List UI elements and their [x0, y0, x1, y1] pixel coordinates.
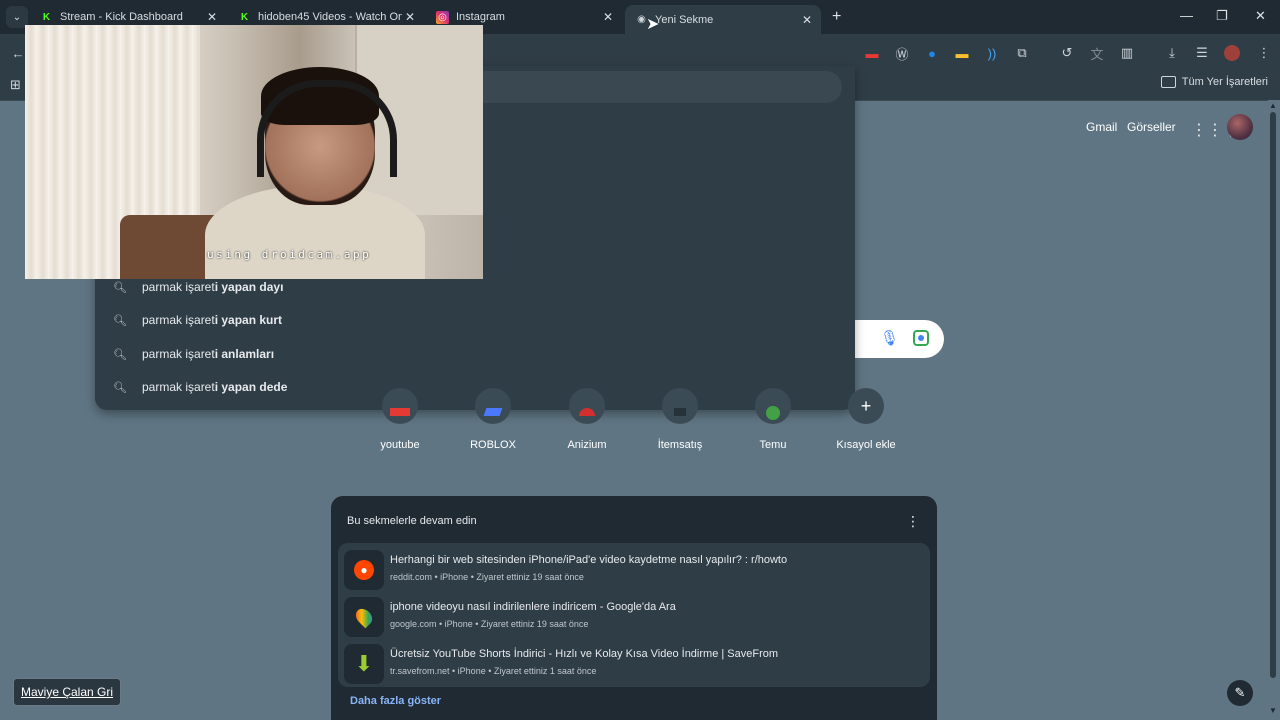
google-lens-icon[interactable] — [913, 330, 929, 346]
extension-w-icon[interactable]: Ⓦ — [894, 45, 910, 62]
search-icon: 🔍︎ — [113, 381, 127, 394]
tune-icon[interactable]: ☰ — [1194, 45, 1210, 61]
search-icon: 🔍︎ — [113, 281, 127, 294]
list-item-meta: reddit.com • iPhone • Ziyaret ettiniz 19… — [390, 572, 584, 582]
headset — [257, 80, 397, 177]
webcam-caption: using droidcam.app — [207, 248, 372, 261]
suggestion-prefix: parmak işaret — [142, 280, 215, 294]
apps-icon[interactable]: ⊞ — [10, 77, 21, 93]
shortcut-label: ROBLOX — [470, 439, 516, 451]
search-icon: 🔍︎ — [113, 348, 127, 361]
show-more-link[interactable]: Daha fazla göster — [350, 695, 441, 707]
scroll-down-icon[interactable]: ▼ — [1269, 706, 1277, 715]
shortcut-itemsatis[interactable]: İtemsatış — [635, 388, 725, 451]
roblox-icon — [475, 388, 511, 424]
suggestion-completion: i anlamları — [214, 347, 275, 361]
google-maps-icon — [344, 597, 384, 637]
shortcut-label: İtemsatış — [657, 439, 703, 451]
list-item[interactable]: iphone videoyu nasıl indirilenlere indir… — [344, 594, 924, 638]
suggestion-completion: i yapan dede — [214, 380, 288, 394]
youtube-icon — [382, 388, 418, 424]
suggestion-item[interactable]: 🔍︎ parmak işaret i yapan dayı — [113, 280, 283, 294]
itemsatis-icon — [662, 388, 698, 424]
tab-title: Instagram — [456, 11, 505, 23]
list-item-meta: tr.savefrom.net • iPhone • Ziyaret ettin… — [390, 666, 597, 676]
shortcut-label: Kısayol ekle — [836, 439, 896, 451]
shazam-icon[interactable]: ● — [924, 45, 940, 61]
suggestion-completion: i yapan dayı — [214, 280, 284, 294]
account-avatar[interactable] — [1227, 114, 1253, 140]
shortcut-anizium[interactable]: Anizium — [542, 388, 632, 451]
card-menu-icon[interactable]: ⋮ — [906, 513, 920, 530]
tab-title: Yeni Sekme — [655, 13, 714, 26]
shortcut-label: Temu — [759, 439, 787, 451]
restore-icon[interactable]: ❐ — [1216, 8, 1228, 24]
kick-icon: K — [40, 10, 53, 24]
history-icon[interactable]: ↺ — [1059, 45, 1075, 61]
plus-icon: + — [848, 388, 884, 424]
download-icon[interactable]: ⤓ — [1164, 45, 1180, 61]
search-icon: 🔍︎ — [113, 314, 127, 327]
shortcut-youtube[interactable]: youtube — [355, 388, 445, 451]
shortcut-add[interactable]: + Kısayol ekle — [821, 388, 911, 451]
gmail-link[interactable]: Gmail — [1086, 120, 1117, 134]
translate-icon[interactable]: 文 — [1089, 45, 1105, 62]
instagram-icon: ◎ — [436, 10, 449, 24]
download-arrow-icon: ⬇ — [344, 644, 384, 684]
shortcut-roblox[interactable]: ROBLOX — [448, 388, 538, 451]
kebab-menu-icon[interactable]: ⋮ — [1256, 45, 1272, 61]
all-bookmarks-label: Tüm Yer İşaretleri — [1181, 76, 1268, 88]
extension-red-icon[interactable]: ▬ — [864, 45, 880, 61]
customize-pencil-icon[interactable]: ✎ — [1227, 680, 1253, 706]
list-item-meta: google.com • iPhone • Ziyaret ettiniz 19… — [390, 619, 589, 629]
cast-waves-icon[interactable]: )) — [984, 45, 1000, 61]
close-icon[interactable]: ✕ — [799, 13, 815, 27]
temu-icon — [755, 388, 791, 424]
extension-yellow-icon[interactable]: ▬ — [954, 45, 970, 61]
close-icon[interactable]: ✕ — [204, 10, 220, 24]
reddit-icon: ● — [344, 550, 384, 590]
suggestion-prefix: parmak işaret — [142, 347, 215, 361]
chevron-down-icon: ⌄ — [12, 11, 22, 23]
reading-mode-icon[interactable]: ▥ — [1119, 45, 1135, 61]
list-item-title: Ücretsiz YouTube Shorts İndirici - Hızlı… — [390, 648, 779, 660]
shortcut-temu[interactable]: Temu — [728, 388, 818, 451]
suggestion-item[interactable]: 🔍︎ parmak işaret i anlamları — [113, 347, 274, 361]
omnibox-input[interactable] — [470, 71, 842, 103]
shortcut-label: youtube — [380, 439, 420, 451]
theme-tooltip[interactable]: Maviye Çalan Gri — [13, 678, 122, 706]
card-title: Bu sekmelerle devam edin — [347, 515, 477, 527]
mouse-cursor-icon: ➤ — [646, 16, 660, 33]
search-box[interactable] — [855, 320, 944, 358]
extensions-puzzle-icon[interactable]: ⧉ — [1014, 45, 1030, 61]
suggestion-prefix: parmak işaret — [142, 380, 215, 394]
window-close-icon[interactable]: ✕ — [1255, 8, 1266, 24]
tab-title: Stream - Kick Dashboard — [60, 11, 183, 23]
scroll-up-icon[interactable]: ▲ — [1269, 101, 1277, 110]
close-icon[interactable]: ✕ — [600, 10, 616, 24]
scrollbar-thumb[interactable] — [1270, 112, 1276, 678]
suggestion-prefix: parmak işaret — [142, 313, 215, 327]
kick-icon: K — [238, 10, 251, 24]
list-item-title: Herhangi bir web sitesinden iPhone/iPad'… — [390, 554, 788, 566]
all-bookmarks-button[interactable]: Tüm Yer İşaretleri — [1160, 76, 1268, 88]
list-item[interactable]: ⬇ Ücretsiz YouTube Shorts İndirici - Hız… — [344, 641, 924, 685]
minimize-icon[interactable]: — — [1180, 8, 1193, 23]
new-tab-plus-icon[interactable]: + — [832, 8, 841, 26]
back-arrow-icon[interactable]: ← — [10, 45, 26, 61]
suggestion-completion: i yapan kurt — [214, 313, 283, 327]
images-link[interactable]: Görseller — [1127, 120, 1176, 134]
close-icon[interactable]: ✕ — [402, 10, 418, 24]
microphone-icon[interactable]: 🎙 — [880, 329, 899, 349]
folder-icon — [1160, 76, 1176, 88]
anizium-icon — [569, 388, 605, 424]
tab-title: hidoben45 Videos - Watch On- — [258, 11, 402, 23]
list-item[interactable]: ● Herhangi bir web sitesinden iPhone/iPa… — [344, 547, 924, 591]
webcam-overlay: using droidcam.app — [25, 25, 483, 279]
suggestion-item[interactable]: 🔍︎ parmak işaret i yapan kurt — [113, 313, 282, 327]
profile-avatar-icon[interactable] — [1224, 45, 1240, 61]
suggestion-item[interactable]: 🔍︎ parmak işaret i yapan dede — [113, 380, 287, 394]
list-item-title: iphone videoyu nasıl indirilenlere indir… — [390, 601, 676, 613]
shortcut-label: Anizium — [567, 439, 607, 451]
